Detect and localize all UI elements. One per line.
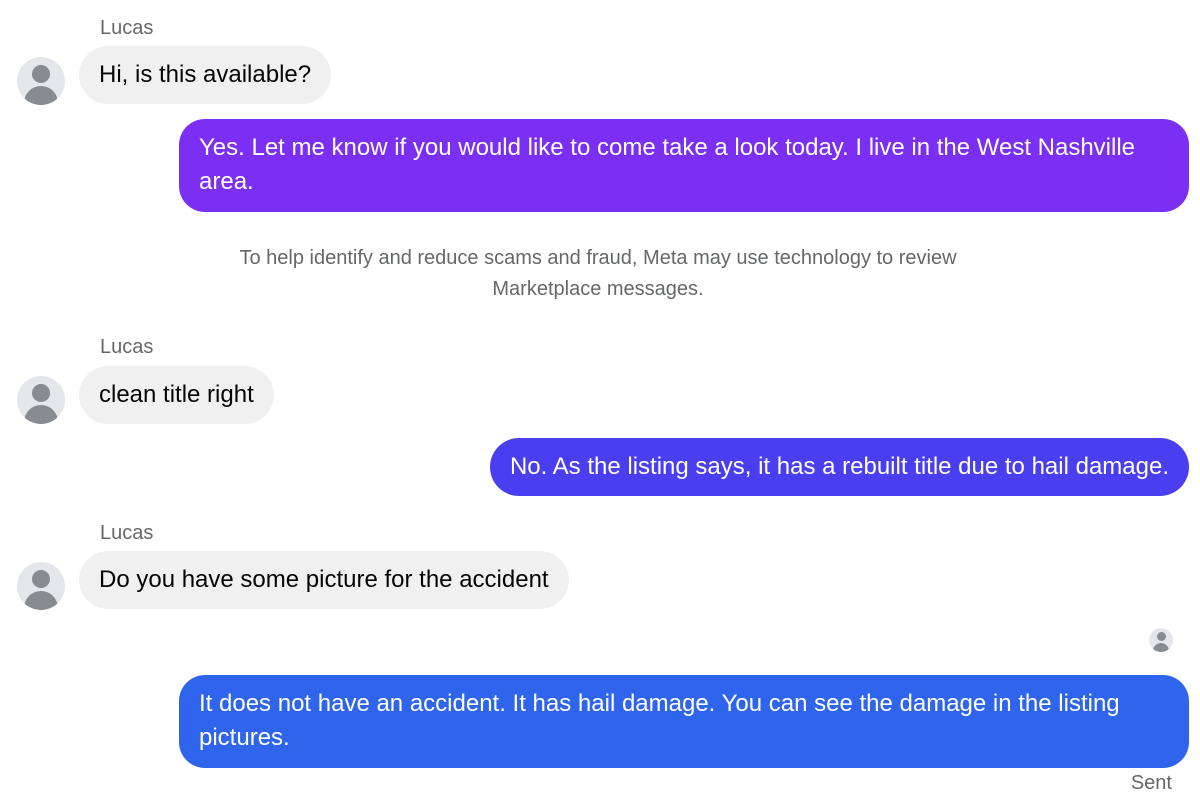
avatar-body [24,405,58,424]
sender-name: Lucas [100,522,154,544]
delivery-status: Sent [1130,772,1172,794]
message-bubble-incoming[interactable]: Do you have some picture for the acciden… [79,551,569,609]
message-bubble-incoming[interactable]: Hi, is this available? [79,46,332,104]
seen-avatar-icon [1149,628,1173,652]
message-bubble-outgoing[interactable]: No. As the listing says, it has a rebuil… [489,438,1189,496]
sender-name: Lucas [100,336,154,358]
privacy-notice: To help identify and reduce scams and fr… [239,247,957,300]
avatar[interactable] [17,57,65,105]
avatar-body [24,86,58,105]
avatar-head [32,570,50,588]
message-bubble-incoming[interactable]: clean title right [79,366,274,424]
message-bubble-outgoing[interactable]: It does not have an accident. It has hai… [179,675,1189,768]
avatar-head [32,65,50,83]
avatar[interactable] [17,376,65,424]
avatar[interactable] [17,562,65,610]
avatar-head [32,384,50,402]
message-bubble-outgoing[interactable]: Yes. Let me know if you would like to co… [179,119,1189,212]
seen-avatar-head [1157,632,1166,641]
sender-name: Lucas [100,17,154,39]
seen-avatar-body [1153,643,1169,652]
avatar-body [24,591,58,610]
